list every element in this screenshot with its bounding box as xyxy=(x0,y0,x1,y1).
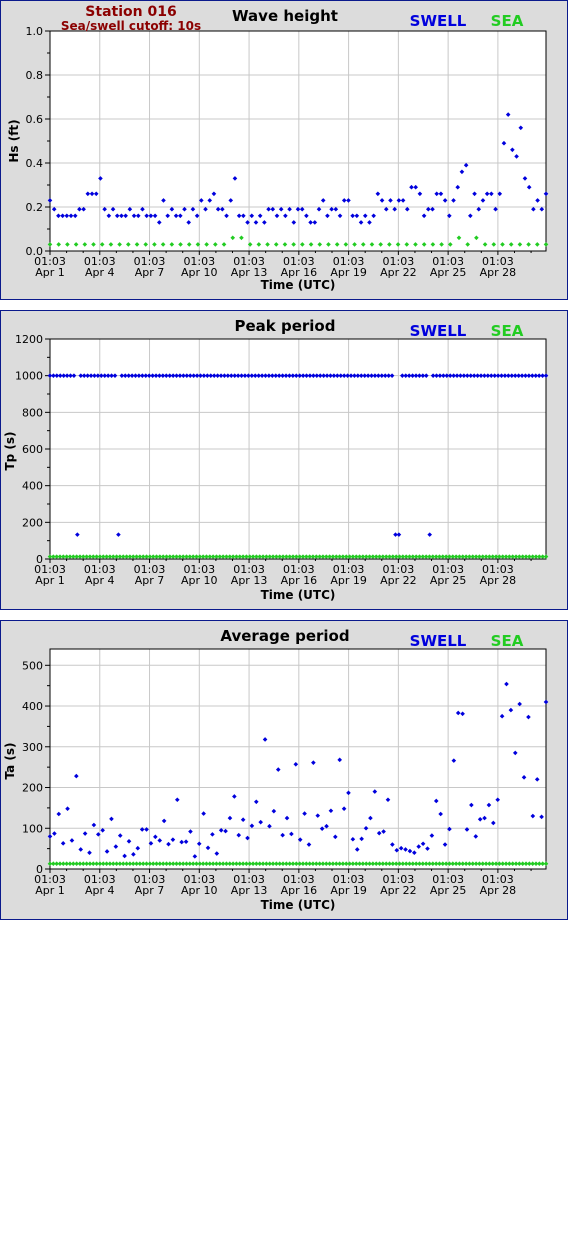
x-tick-date: Apr 16 xyxy=(281,884,318,897)
x-tick-date: Apr 22 xyxy=(380,884,417,897)
plot-area xyxy=(49,30,547,252)
x-tick-date: Apr 1 xyxy=(35,266,65,279)
x-tick-date: Apr 28 xyxy=(480,266,517,279)
x-tick-date: Apr 22 xyxy=(380,574,417,587)
legend-swell: SWELL xyxy=(410,12,467,30)
y-tick-label: 0.2 xyxy=(26,201,44,214)
legend-sea: SEA xyxy=(491,12,524,30)
y-tick-label: 1.0 xyxy=(26,25,44,38)
x-tick-date: Apr 13 xyxy=(231,574,268,587)
y-tick-label: 300 xyxy=(22,741,43,754)
legend-swell: SWELL xyxy=(410,632,467,650)
y-tick-label: 600 xyxy=(22,443,43,456)
x-tick-date: Apr 4 xyxy=(85,884,115,897)
x-tick-date: Apr 7 xyxy=(135,574,165,587)
wave-height-chart: 0.00.20.40.60.81.001:03Apr 101:03Apr 401… xyxy=(7,4,549,292)
y-tick-label: 1000 xyxy=(15,370,43,383)
x-axis-label: Time (UTC) xyxy=(261,278,336,292)
y-tick-label: 400 xyxy=(22,480,43,493)
y-tick-label: 400 xyxy=(22,700,43,713)
legend-sea: SEA xyxy=(491,322,524,340)
peak-period-chart: 02004006008001000120001:03Apr 101:03Apr … xyxy=(3,317,549,602)
x-tick-date: Apr 28 xyxy=(480,574,517,587)
y-tick-label: 1200 xyxy=(15,333,43,346)
chart-title: Average period xyxy=(220,627,349,645)
x-tick-date: Apr 1 xyxy=(35,574,65,587)
x-tick-date: Apr 7 xyxy=(135,884,165,897)
x-tick-date: Apr 19 xyxy=(330,574,367,587)
y-tick-label: 800 xyxy=(22,406,43,419)
x-tick-date: Apr 19 xyxy=(330,266,367,279)
x-tick-date: Apr 25 xyxy=(430,266,467,279)
x-tick-date: Apr 1 xyxy=(35,884,65,897)
x-tick-date: Apr 4 xyxy=(85,574,115,587)
x-tick-date: Apr 10 xyxy=(181,266,218,279)
wave-height-panel: 0.0 0.2 0.4 0.6 0.8 1.0 01:03 Apr 1 01:03 Apr 4 01… xyxy=(0,0,568,300)
chart-title: Peak period xyxy=(235,317,336,335)
y-tick-label: 0.8 xyxy=(26,69,44,82)
y-tick-label: 0.6 xyxy=(26,113,44,126)
x-axis-label: Time (UTC) xyxy=(261,588,336,602)
y-tick-label: 100 xyxy=(22,822,43,835)
y-tick-label: 0.4 xyxy=(26,157,44,170)
plot-area xyxy=(49,648,547,870)
y-axis-label: Hs (ft) xyxy=(7,119,21,162)
x-tick-date: Apr 7 xyxy=(135,266,165,279)
average-period-chart: 010020030040050001:03Apr 101:03Apr 401:0… xyxy=(3,627,549,912)
x-tick-date: Apr 25 xyxy=(430,574,467,587)
x-tick-date: Apr 19 xyxy=(330,884,367,897)
y-axis-label: Ta (s) xyxy=(3,742,17,779)
peak-period-panel: 0 200 400 600 800 1000 1200 01:03 Apr 1 01:03 Apr … xyxy=(0,310,568,610)
x-axis-label: Time (UTC) xyxy=(261,898,336,912)
x-tick-date: Apr 10 xyxy=(181,574,218,587)
y-tick-label: 200 xyxy=(22,516,43,529)
cutoff-label: Sea/swell cutoff: 10s xyxy=(61,19,201,33)
x-tick-date: Apr 25 xyxy=(430,884,467,897)
y-axis-label: Tp (s) xyxy=(3,431,17,470)
legend-swell: SWELL xyxy=(410,322,467,340)
x-tick-date: Apr 13 xyxy=(231,884,268,897)
x-tick-date: Apr 4 xyxy=(85,266,115,279)
x-tick-date: Apr 10 xyxy=(181,884,218,897)
x-tick-date: Apr 28 xyxy=(480,884,517,897)
chart-title: Wave height xyxy=(232,7,338,25)
x-tick-date: Apr 22 xyxy=(380,266,417,279)
x-tick-date: Apr 16 xyxy=(281,574,318,587)
y-tick-label: 500 xyxy=(22,659,43,672)
station-label: Station 016 xyxy=(85,4,176,20)
y-tick-label: 200 xyxy=(22,782,43,795)
legend-sea: SEA xyxy=(491,632,524,650)
average-period-panel: 0 100 200 300 400 500 01:03 Apr 1 01:03 Apr 4 01:0… xyxy=(0,620,568,920)
